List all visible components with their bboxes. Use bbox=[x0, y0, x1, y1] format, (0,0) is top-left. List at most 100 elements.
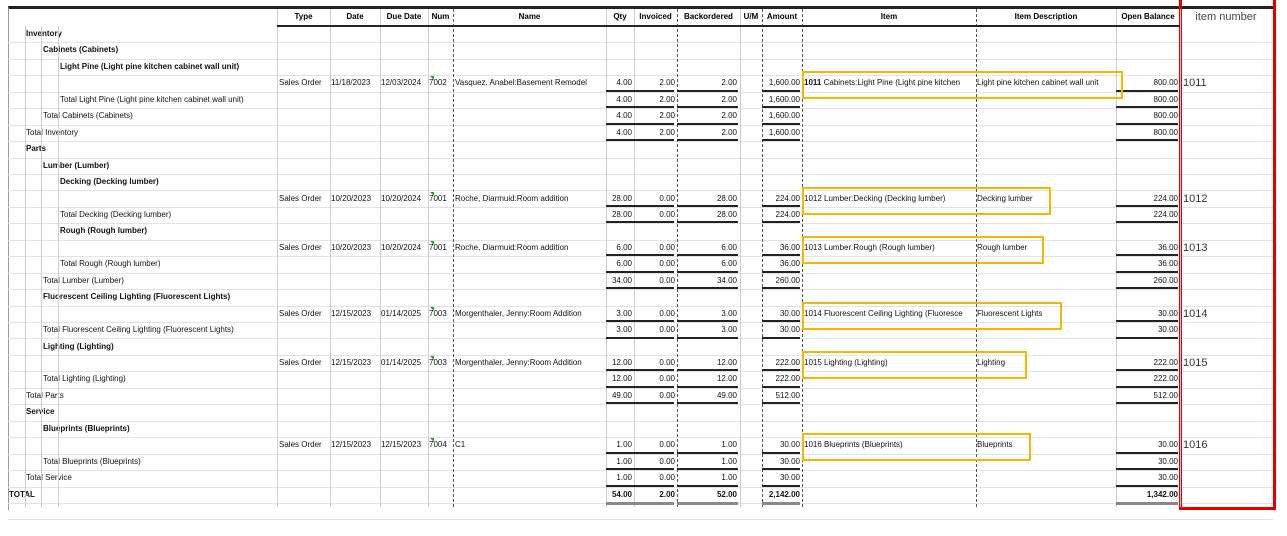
header-open-balance[interactable]: Open Balance bbox=[1116, 9, 1180, 25]
total-underline bbox=[762, 502, 800, 506]
cell-type: Sales Order bbox=[279, 193, 322, 203]
header-underline bbox=[277, 25, 1180, 27]
total-underline bbox=[1116, 287, 1178, 290]
total-underline bbox=[762, 270, 800, 273]
row-label: Decking (Decking lumber) bbox=[60, 177, 159, 187]
group-header-row[interactable]: Lumber (Lumber) bbox=[8, 158, 1273, 175]
header-um[interactable]: U/M bbox=[740, 9, 762, 25]
group-header-row[interactable]: Lighting (Lighting) bbox=[8, 339, 1273, 356]
row-label: Light Pine (Light pine kitchen cabinet w… bbox=[60, 61, 240, 71]
total-underline bbox=[634, 89, 674, 92]
row-label: Total Inventory bbox=[26, 127, 79, 137]
total-underline bbox=[634, 287, 674, 290]
total-underline bbox=[634, 270, 674, 273]
total-underline bbox=[762, 106, 800, 109]
total-underline bbox=[606, 122, 634, 125]
total-underline bbox=[606, 320, 634, 323]
group-header-row[interactable]: Inventory bbox=[8, 26, 1273, 44]
total-underline bbox=[606, 484, 634, 487]
row-label: Total Blueprints (Blueprints) bbox=[43, 456, 141, 466]
header-due-date[interactable]: Due Date bbox=[380, 9, 428, 25]
header-type[interactable]: Type bbox=[277, 9, 330, 25]
total-underline bbox=[762, 221, 800, 224]
gridline bbox=[634, 9, 635, 507]
row-label: Total Lighting (Lighting) bbox=[43, 374, 126, 384]
total-underline bbox=[677, 139, 738, 142]
total-underline bbox=[606, 204, 634, 207]
total-underline bbox=[1116, 106, 1178, 109]
header-item[interactable]: Item bbox=[802, 9, 976, 25]
group-header-row[interactable]: Service bbox=[8, 404, 1273, 422]
total-underline bbox=[1116, 320, 1178, 323]
gridline bbox=[740, 9, 741, 507]
total-underline bbox=[1116, 468, 1178, 471]
comment-marker-icon bbox=[430, 438, 434, 443]
total-underline bbox=[634, 468, 674, 471]
total-underline bbox=[677, 451, 738, 454]
group-header-row[interactable]: Decking (Decking lumber) bbox=[8, 174, 1273, 192]
header-num[interactable]: Num bbox=[428, 9, 453, 25]
total-underline bbox=[606, 287, 634, 290]
header-backordered[interactable]: Backordered bbox=[677, 9, 740, 25]
cell-due: 10/20/2024 bbox=[381, 242, 422, 252]
group-header-row[interactable]: Parts bbox=[8, 141, 1273, 159]
header-name[interactable]: Name bbox=[453, 9, 606, 25]
header-qty[interactable]: Qty bbox=[606, 9, 634, 25]
row-label: Total Cabinets (Cabinets) bbox=[43, 111, 133, 121]
total-underline bbox=[606, 385, 634, 388]
header-invoiced[interactable]: Invoiced bbox=[634, 9, 677, 25]
total-underline bbox=[1116, 369, 1178, 372]
cell-type: Sales Order bbox=[279, 308, 322, 318]
total-underline bbox=[677, 287, 738, 290]
group-header-row[interactable]: Cabinets (Cabinets) bbox=[8, 42, 1273, 60]
header-item-description[interactable]: Item Description bbox=[976, 9, 1116, 25]
row-label: Parts bbox=[26, 144, 47, 154]
item-number-column-highlight bbox=[1179, 0, 1276, 510]
total-underline bbox=[634, 502, 674, 506]
cell-date: 10/20/2023 bbox=[331, 193, 372, 203]
cell-due: 01/14/2025 bbox=[381, 358, 422, 367]
total-underline bbox=[1116, 502, 1178, 506]
group-header-row[interactable]: Blueprints (Blueprints) bbox=[8, 421, 1273, 439]
total-underline bbox=[762, 385, 800, 388]
cell-name: C1 bbox=[455, 440, 466, 450]
total-underline bbox=[677, 484, 738, 487]
comment-marker-icon bbox=[430, 240, 434, 245]
cell-qty: 54.00 bbox=[611, 489, 632, 499]
header-date[interactable]: Date bbox=[330, 9, 380, 25]
header-amount[interactable]: Amount bbox=[762, 9, 802, 25]
total-underline bbox=[762, 287, 800, 290]
total-underline bbox=[762, 254, 800, 257]
total-underline bbox=[762, 369, 800, 372]
total-underline bbox=[634, 254, 674, 257]
total-underline bbox=[762, 122, 800, 125]
cell-type: Sales Order bbox=[279, 358, 322, 367]
cell-name: Roche, Diarmuid:Room addition bbox=[455, 193, 569, 203]
item-highlight-box bbox=[802, 301, 1062, 330]
total-underline bbox=[1116, 336, 1178, 339]
group-header-row[interactable]: Fluorescent Ceiling Lighting (Fluorescen… bbox=[8, 289, 1273, 307]
item-highlight-box bbox=[802, 186, 1051, 215]
total-underline bbox=[1116, 221, 1178, 224]
total-underline bbox=[634, 385, 674, 388]
comment-marker-icon bbox=[430, 191, 434, 196]
gridline bbox=[277, 9, 278, 507]
total-underline bbox=[762, 402, 800, 405]
item-highlight-box bbox=[802, 71, 1123, 100]
cell-type: Sales Order bbox=[279, 78, 322, 88]
empty-row[interactable] bbox=[8, 503, 1273, 521]
total-underline bbox=[634, 451, 674, 454]
cell-amount: 2,142.00 bbox=[768, 489, 800, 499]
total-underline bbox=[634, 139, 674, 142]
group-header-row[interactable]: Rough (Rough lumber) bbox=[8, 223, 1273, 241]
gridline bbox=[428, 9, 429, 507]
row-label: Rough (Rough lumber) bbox=[60, 226, 148, 236]
total-underline bbox=[606, 369, 634, 372]
item-highlight-box bbox=[802, 433, 1031, 462]
total-underline bbox=[762, 89, 800, 92]
gridline bbox=[330, 9, 331, 507]
row-label: Total Lumber (Lumber) bbox=[43, 275, 124, 285]
total-underline bbox=[1116, 254, 1178, 257]
total-underline bbox=[762, 484, 800, 487]
item-highlight-box bbox=[802, 235, 1044, 264]
